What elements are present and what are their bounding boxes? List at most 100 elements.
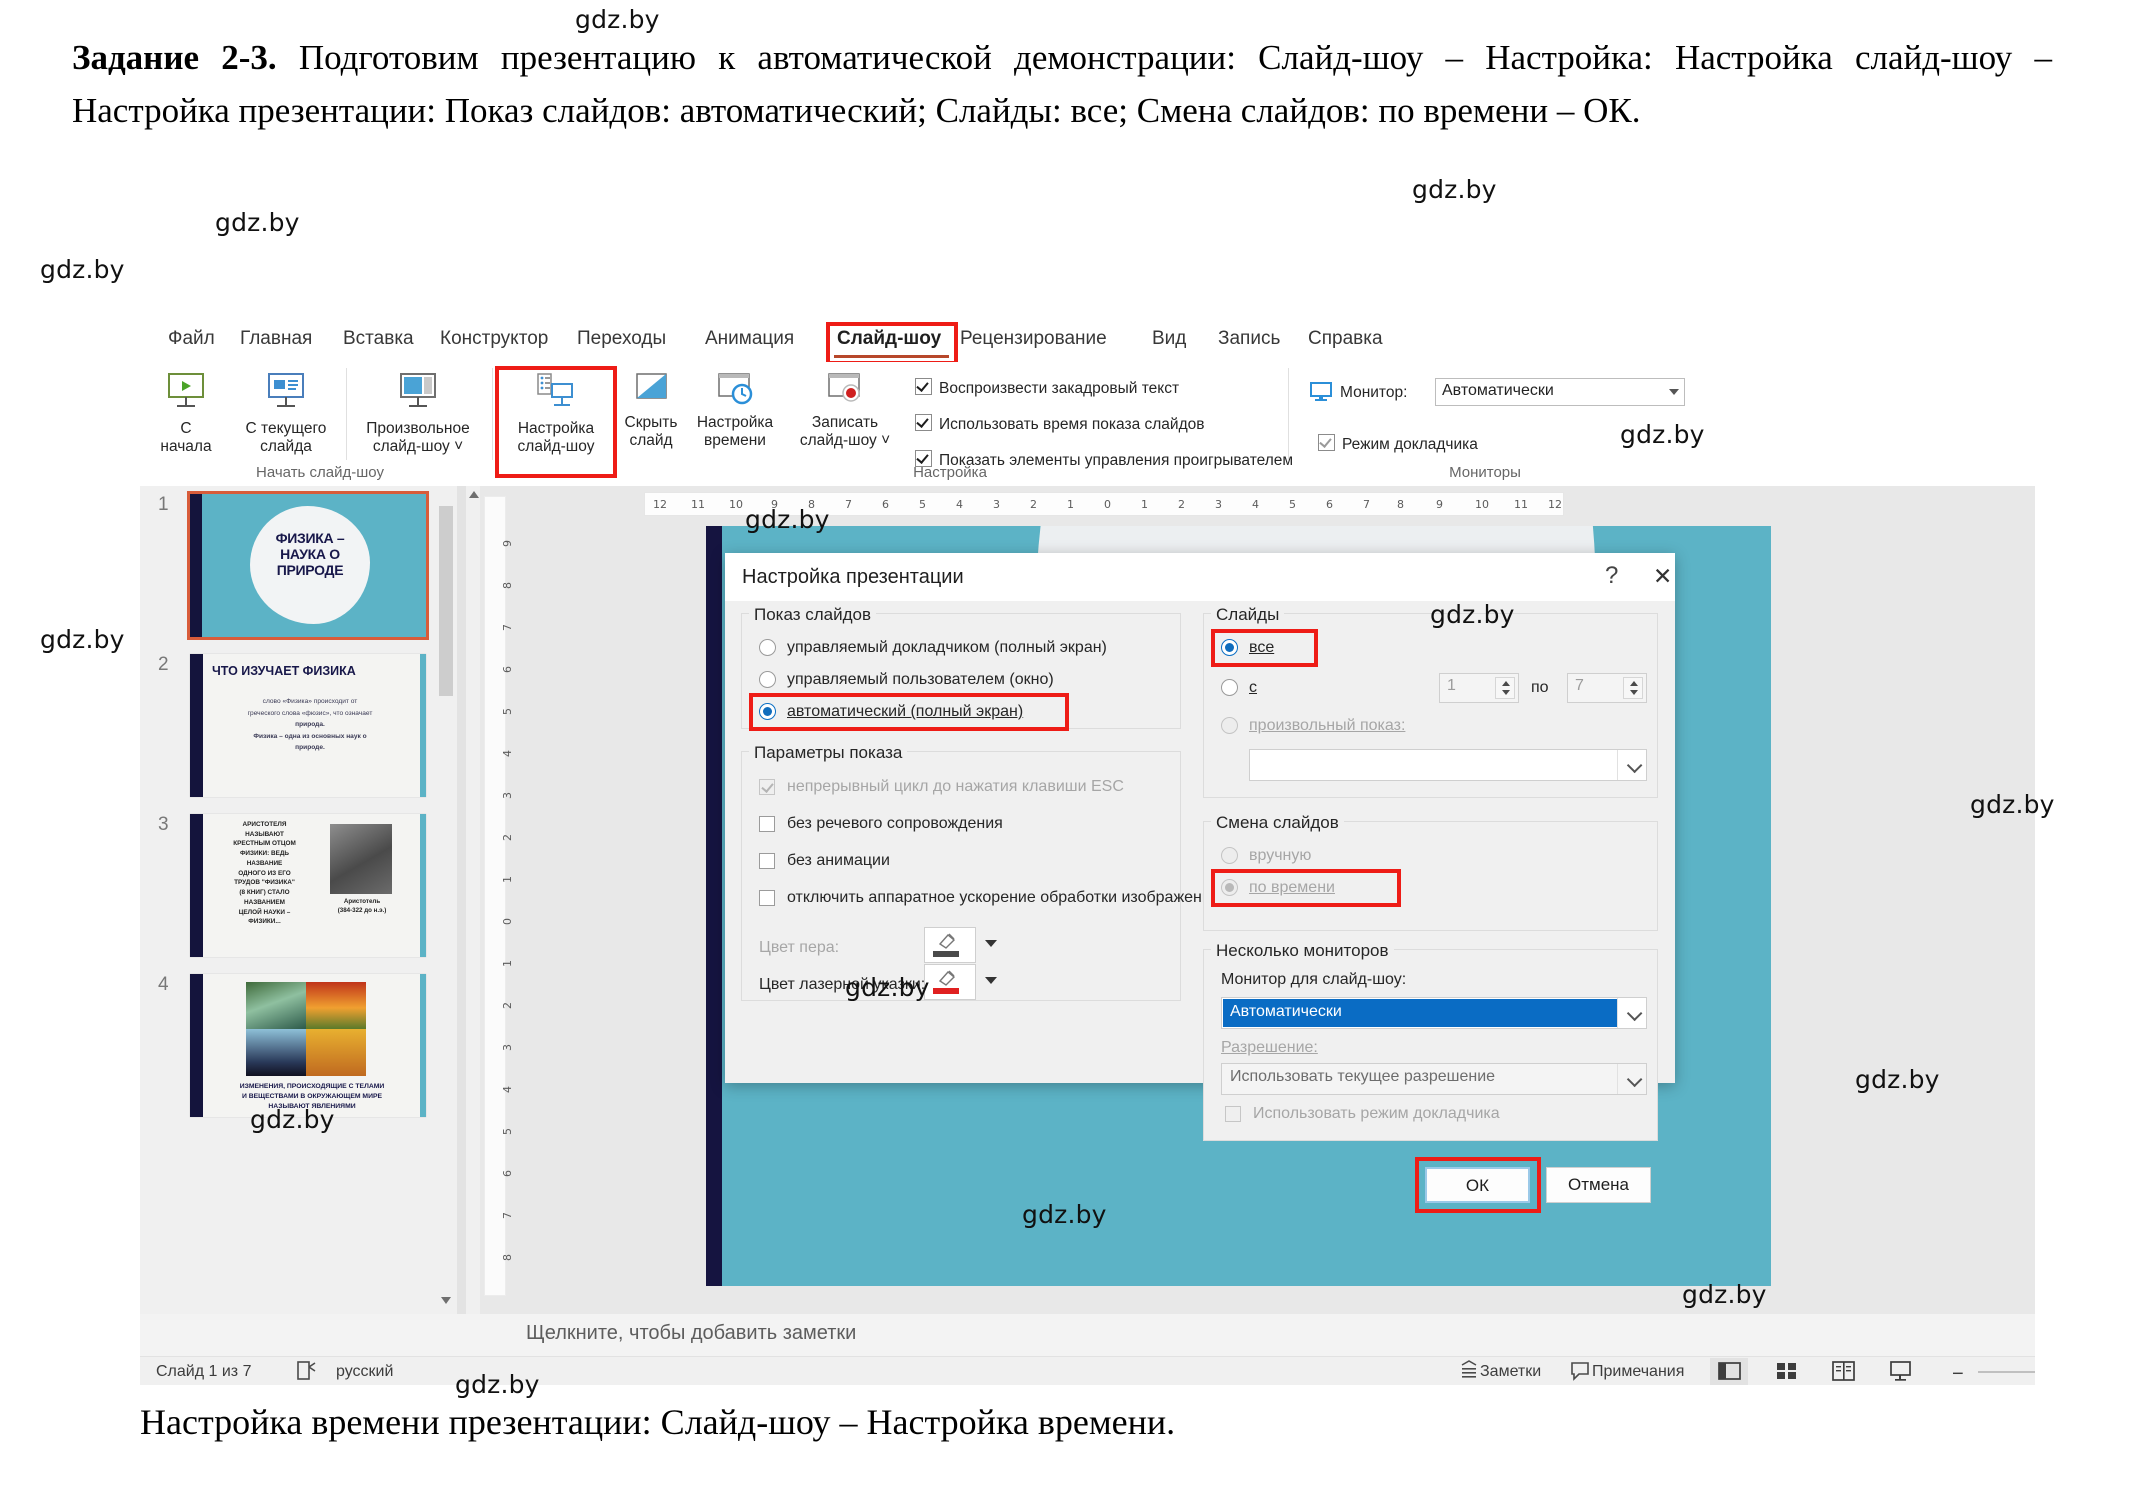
button-from-beginning-line1: С [180, 420, 192, 438]
hruler-tick: 4 [1252, 498, 1259, 511]
button-hide-slide[interactable]: Скрыть слайд [616, 372, 686, 449]
slide-thumbnail-1[interactable]: ФИЗИКА – НАУКА О ПРИРОДЕ [187, 491, 429, 640]
tab-review[interactable]: Рецензирование [960, 328, 1107, 350]
slideshow-icon[interactable] [1889, 1360, 1912, 1385]
radio-slide-range[interactable] [1221, 679, 1238, 696]
tab-help[interactable]: Справка [1308, 328, 1383, 350]
vruler-tick: 4 [501, 1086, 514, 1093]
tab-design[interactable]: Конструктор [440, 328, 548, 350]
slide-thumbnail-3[interactable]: АРИСТОТЕЛЯ НАЗЫВАЮТ КРЕСТНЫМ ОТЦОМ ФИЗИК… [190, 814, 426, 957]
custom-show-icon [353, 372, 483, 416]
vruler-tick: 0 [501, 918, 514, 925]
tab-file[interactable]: Файл [168, 328, 215, 350]
radio-advance-using-timings[interactable] [1221, 879, 1238, 896]
tab-home[interactable]: Главная [240, 328, 312, 350]
comments-button-label[interactable]: Примечания [1592, 1363, 1684, 1381]
tab-animation[interactable]: Анимация [705, 328, 794, 350]
slide-thumbnail-2[interactable]: ЧТО ИЗУЧАЕТ ФИЗИКА слово «Физика» происх… [190, 654, 426, 797]
scroll-up-arrow-icon[interactable] [469, 491, 479, 498]
help-icon[interactable]: ? [1605, 562, 1618, 590]
zoom-slider-track[interactable] [1978, 1371, 2035, 1373]
slide-thumbnail-pane[interactable]: 1 ФИЗИКА – НАУКА О ПРИРОДЕ 2 ЧТО ИЗУЧАЕТ… [140, 486, 457, 1314]
tab-view[interactable]: Вид [1152, 328, 1186, 350]
hruler-tick: 8 [1397, 498, 1404, 511]
zoom-out-button[interactable]: − [1952, 1363, 1964, 1385]
tab-insert[interactable]: Вставка [343, 328, 414, 350]
chevron-down-icon[interactable] [985, 940, 997, 947]
editor-vertical-scrollbar[interactable] [466, 486, 480, 1314]
hruler-tick: 2 [1178, 498, 1185, 511]
slide-from-value: 1 [1447, 677, 1456, 694]
scrollbar-thumb[interactable] [439, 506, 453, 696]
spinner-buttons[interactable] [1495, 677, 1515, 699]
radio-browsed-at-kiosk[interactable] [759, 703, 776, 720]
check-show-without-animation[interactable] [759, 853, 775, 869]
check-use-timings[interactable]: Использовать время показа слайдов [915, 414, 1204, 434]
laser-color-button[interactable] [924, 964, 997, 1000]
spinner-buttons[interactable] [1623, 677, 1643, 699]
check-loop-until-esc[interactable] [759, 779, 775, 795]
status-bar: Слайд 1 из 7 русский Заметки Примечания [140, 1356, 2035, 1385]
button-from-current-slide[interactable]: С текущего слайда [232, 372, 340, 455]
custom-show-combo[interactable] [1249, 749, 1647, 781]
cancel-button[interactable]: Отмена [1546, 1167, 1651, 1203]
slide-to-input[interactable]: 7 [1567, 673, 1647, 703]
monitor-combo[interactable]: Автоматически [1435, 378, 1685, 406]
button-from-beginning[interactable]: С начала [150, 372, 222, 455]
check-use-presenter-view[interactable] [1225, 1106, 1241, 1122]
chevron-down-icon[interactable] [1617, 1064, 1646, 1094]
normal-view-icon[interactable] [1718, 1360, 1741, 1385]
radio-browsed-by-individual[interactable] [759, 671, 776, 688]
task-label: Задание 2-3. [72, 38, 277, 77]
sunset-image [306, 982, 366, 1029]
notes-icon[interactable] [1458, 1360, 1480, 1385]
check-presenter-view[interactable]: Режим докладчика [1318, 434, 1478, 454]
radio-advance-manually[interactable] [1221, 847, 1238, 864]
vruler-tick: 2 [501, 834, 514, 841]
accessibility-check-icon[interactable] [295, 1360, 317, 1385]
resolution-combo[interactable]: Использовать текущее разрешение [1221, 1063, 1647, 1095]
button-rehearse-timings[interactable]: Настройка времени [690, 372, 780, 449]
check-disable-hardware-accel[interactable] [759, 890, 775, 906]
slide-accent-bar [706, 526, 722, 1286]
dialog-title-bar[interactable]: Настройка презентации ? ✕ [725, 553, 1675, 601]
thumbnail-scrollbar[interactable] [438, 490, 455, 1310]
button-hide-slide-line1: Скрыть [624, 414, 678, 432]
laser-color-label: Цвет лазерной указки: [759, 976, 926, 993]
radio-custom-show-label: произвольный показ: [1249, 717, 1406, 734]
button-custom-show[interactable]: Произвольное слайд-шоу ˅ [353, 372, 483, 455]
slide-thumbnail-4[interactable]: ИЗМЕНЕНИЯ, ПРОИСХОДЯЩИЕ С ТЕЛАМИ И ВЕЩЕС… [190, 974, 426, 1117]
slide-from-input[interactable]: 1 [1439, 673, 1519, 703]
ribbon: С начала С текущего слайда Произвольное … [140, 362, 2035, 486]
ok-button[interactable]: ОК [1425, 1167, 1530, 1203]
chevron-down-icon[interactable] [985, 977, 997, 984]
tab-record[interactable]: Запись [1218, 328, 1280, 350]
chevron-down-icon[interactable] [1617, 750, 1646, 780]
pane-splitter[interactable] [457, 486, 466, 1314]
check-play-narrations[interactable]: Воспроизвести закадровый текст [915, 378, 1179, 398]
language-indicator[interactable]: русский [336, 1363, 393, 1381]
chevron-down-icon[interactable] [1617, 998, 1646, 1028]
tab-transitions[interactable]: Переходы [577, 328, 666, 350]
radio-custom-show[interactable] [1221, 717, 1238, 734]
check-show-without-narration[interactable] [759, 816, 775, 832]
group-label-monitors: Мониторы [1449, 464, 1521, 481]
radio-presented-by-speaker[interactable] [759, 639, 776, 656]
pen-color-button[interactable] [924, 927, 997, 963]
button-setup-slideshow[interactable]: Настройка слайд-шоу [502, 372, 610, 455]
notes-button-label[interactable]: Заметки [1480, 1363, 1541, 1381]
close-icon[interactable]: ✕ [1653, 563, 1672, 590]
scroll-down-arrow-icon[interactable] [441, 1297, 451, 1304]
tab-slideshow[interactable]: Слайд-шоу [837, 328, 941, 350]
monitor-for-slideshow-combo[interactable]: Автоматически [1221, 997, 1647, 1029]
comments-icon[interactable] [1570, 1360, 1592, 1385]
hruler-tick: 10 [1475, 498, 1489, 511]
reading-view-icon[interactable] [1832, 1360, 1855, 1385]
button-record-slideshow[interactable]: Записать слайд-шоу ˅ [784, 372, 906, 449]
slide-sorter-icon[interactable] [1775, 1360, 1798, 1385]
check-use-timings-label: Использовать время показа слайдов [939, 416, 1205, 433]
radio-all-slides[interactable] [1221, 639, 1238, 656]
vruler-tick: 1 [501, 876, 514, 883]
ribbon-separator [492, 368, 493, 460]
notes-pane[interactable]: Щелкните, чтобы добавить заметки [466, 1314, 2035, 1356]
